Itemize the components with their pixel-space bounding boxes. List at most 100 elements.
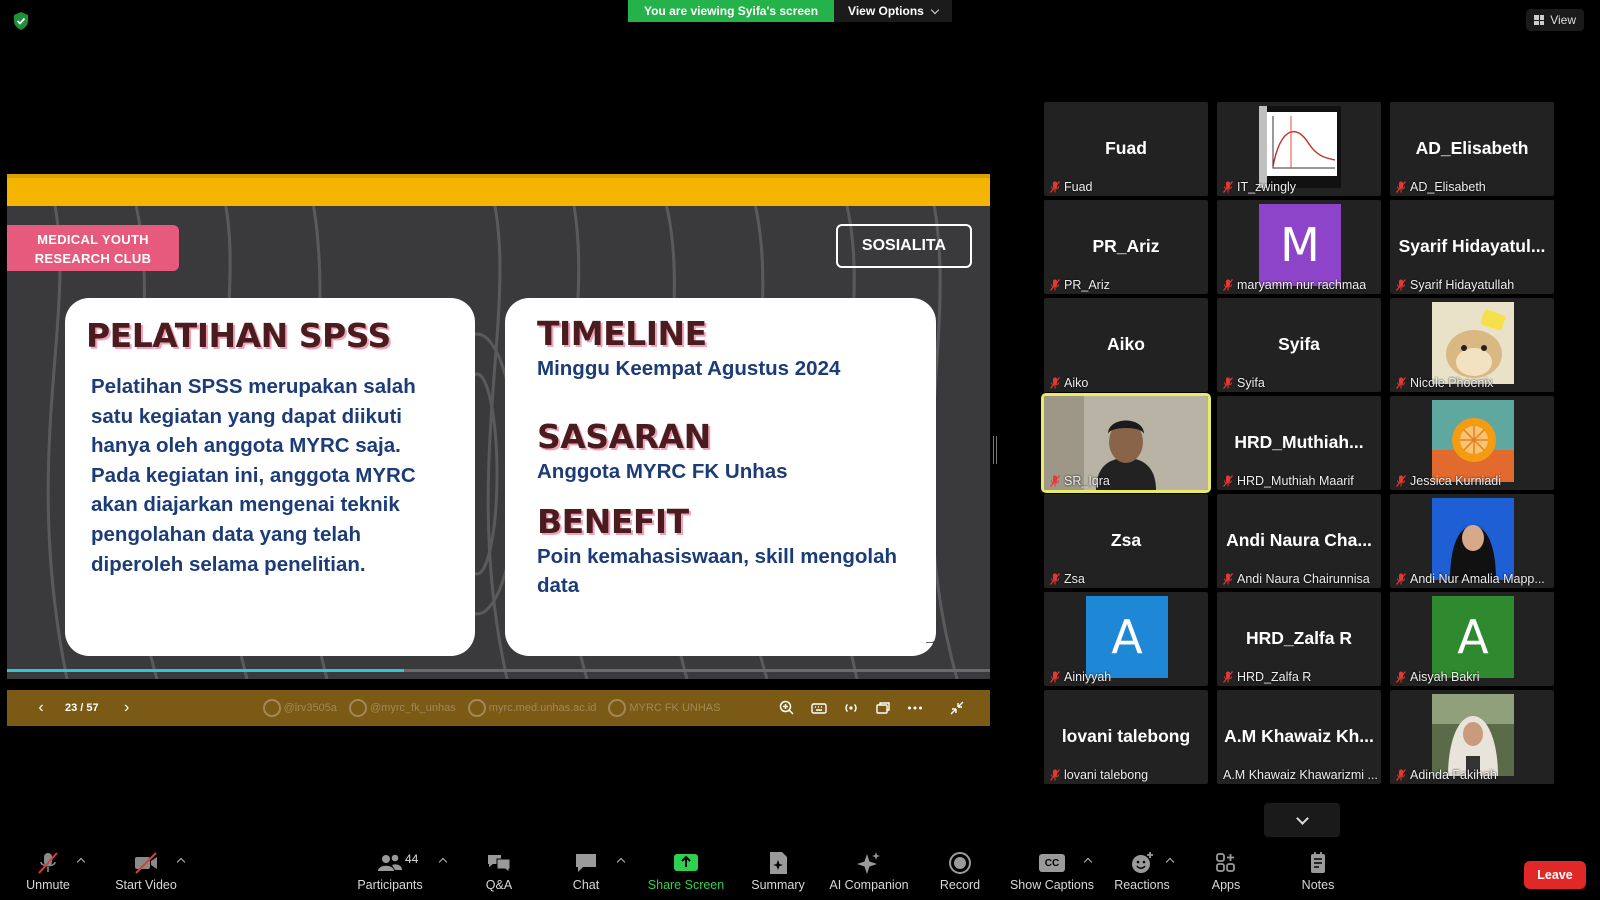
next-slide-button[interactable]: › (119, 699, 135, 717)
participant-tile[interactable]: Nicole Phoenix (1390, 298, 1554, 392)
apps-button[interactable]: Apps (1208, 843, 1244, 900)
chat-options-caret[interactable] (616, 857, 626, 867)
summary-label: Summary (751, 878, 805, 892)
start-video-button[interactable]: Start Video (110, 843, 182, 900)
participant-avatar: A (1432, 596, 1514, 678)
show-captions-button[interactable]: CC Show Captions (1008, 843, 1096, 900)
participant-display-name: Aiko (1107, 334, 1145, 354)
slide-tag: SOSIALITA (836, 224, 972, 268)
microphone-muted-icon (1223, 279, 1233, 291)
panel-resize-handle[interactable] (993, 436, 997, 464)
participant-tile[interactable]: HRD_Muthiah... HRD_Muthiah Maarif (1217, 396, 1381, 490)
participant-name-label: Syarif Hidayatullah (1396, 278, 1514, 292)
previous-slide-button[interactable]: ‹ (33, 699, 49, 717)
participant-name-label: lovani talebong (1050, 768, 1148, 782)
participant-photo-orange (1432, 400, 1514, 482)
audio-options-caret[interactable] (76, 857, 86, 867)
participant-name-label: HRD_Muthiah Maarif (1223, 474, 1354, 488)
viewing-screen-label: You are viewing Syifa's screen (628, 0, 835, 22)
participant-tile[interactable]: Jessica Kurniadi (1390, 396, 1554, 490)
chat-icon (576, 854, 596, 872)
qa-button[interactable]: Q&A (480, 843, 518, 900)
participant-tile[interactable]: Mmaryamm nur rachmaa (1217, 200, 1381, 294)
participant-tile[interactable]: SR_Iqra (1041, 393, 1211, 493)
club-badge: MEDICAL YOUTH RESEARCH CLUB (7, 225, 179, 271)
share-screen-button[interactable]: Share Screen (646, 843, 726, 900)
microphone-muted-icon (1396, 377, 1406, 389)
security-shield-icon[interactable] (12, 11, 30, 31)
participant-name: Syifa (1237, 376, 1265, 390)
summary-button[interactable]: Summary (748, 843, 808, 900)
unmute-button[interactable]: Unmute (24, 843, 72, 900)
participant-display-name: A.M Khawaiz Kh... (1224, 726, 1374, 746)
participant-display-name: PR_Ariz (1092, 236, 1160, 256)
benefit-text: Poin kemahasiswaan, skill mengolah data (537, 545, 898, 597)
participant-tile[interactable]: HRD_Zalfa R HRD_Zalfa R (1217, 592, 1381, 686)
participant-name-label: maryamm nur rachmaa (1223, 278, 1366, 292)
closed-captions-icon: CC (1039, 854, 1065, 872)
participant-tile[interactable]: Fuad Fuad (1044, 102, 1208, 196)
participant-tile[interactable]: Zsa Zsa (1044, 494, 1208, 588)
ai-companion-label: AI Companion (829, 878, 909, 892)
participant-name-label: PR_Ariz (1050, 278, 1110, 292)
participant-tile[interactable]: Adinda Fakihah (1390, 690, 1554, 784)
leave-button[interactable]: Leave (1524, 861, 1586, 889)
chevron-down-icon (930, 5, 940, 14)
spss-heading: PELATIHAN SPSS (86, 316, 391, 355)
broadcast-icon[interactable] (842, 699, 860, 717)
participant-tile[interactable]: A.M Khawaiz Kh... A.M Khawaiz Khawarizmi … (1217, 690, 1381, 784)
participant-tile[interactable]: Andi Naura Cha... Andi Naura Chairunnisa (1217, 494, 1381, 588)
participant-display-name: lovani talebong (1061, 726, 1191, 746)
participant-video-chart (1259, 106, 1341, 188)
popout-icon[interactable] (874, 699, 892, 717)
participant-tile[interactable]: Syarif Hidayatul... Syarif Hidayatullah (1390, 200, 1554, 294)
participant-name: lovani talebong (1064, 768, 1149, 782)
participant-tile[interactable]: IT_zwingly (1217, 102, 1381, 196)
participant-display-name: HRD_Muthiah... (1234, 432, 1364, 452)
participant-photo (1432, 498, 1514, 580)
participant-tile[interactable]: AD_Elisabeth AD_Elisabeth (1390, 102, 1554, 196)
participant-tile[interactable]: Syifa Syifa (1217, 298, 1381, 392)
participant-name-label: Fuad (1050, 180, 1093, 194)
keyboard-icon[interactable] (810, 699, 828, 717)
view-layout-button[interactable]: View (1526, 9, 1584, 31)
reactions-button[interactable]: Reactions (1112, 843, 1172, 900)
exit-fullscreen-icon[interactable] (948, 699, 966, 717)
view-options-button[interactable]: View Options (834, 0, 952, 22)
participant-name: Ainiyyah (1064, 670, 1112, 684)
participant-tile[interactable]: Aiko Aiko (1044, 298, 1208, 392)
notes-button[interactable]: Notes (1298, 843, 1338, 900)
shared-slide[interactable]: MEDICAL YOUTH RESEARCH CLUB SOSIALITA PE… (7, 174, 990, 679)
details-card: TIMELINE Minggu Keempat Agustus 2024 SAS… (505, 298, 936, 656)
chat-button[interactable]: Chat (566, 843, 606, 900)
microphone-muted-icon (1396, 769, 1406, 781)
ai-companion-button[interactable]: AI Companion (826, 843, 912, 900)
ai-sparkle-icon (857, 852, 880, 874)
gallery-next-page-button[interactable] (1264, 803, 1340, 837)
participants-options-caret[interactable] (438, 857, 448, 867)
participant-name-label: IT_zwingly (1223, 180, 1296, 194)
record-button[interactable]: Record (938, 843, 982, 900)
participant-tile[interactable]: Andi Nur Amalia Mapp... (1390, 494, 1554, 588)
slide-progress-track (7, 669, 990, 672)
participant-tile[interactable]: PR_Ariz PR_Ariz (1044, 200, 1208, 294)
zoom-in-icon[interactable] (778, 699, 796, 717)
microphone-muted-icon (1223, 377, 1233, 389)
social-handle-1: @lrv3505a (263, 699, 337, 717)
participant-name-label: HRD_Zalfa R (1223, 670, 1311, 684)
microphone-muted-icon (1396, 181, 1406, 193)
qa-icon (488, 855, 511, 873)
apps-label: Apps (1211, 878, 1241, 892)
participant-name-label: SR_Iqra (1050, 474, 1110, 488)
participant-name: IT_zwingly (1237, 180, 1297, 194)
chevron-down-icon (1295, 812, 1309, 825)
apps-icon (1216, 853, 1235, 872)
participant-tile[interactable]: A Aisyah Bakri (1390, 592, 1554, 686)
participants-button[interactable]: 44 Participants (354, 843, 426, 900)
participant-name-label: Adinda Fakihah (1396, 768, 1497, 782)
participant-name: PR_Ariz (1064, 278, 1110, 292)
more-options-icon[interactable] (906, 699, 924, 717)
participant-tile[interactable]: lovani talebong lovani talebong (1044, 690, 1208, 784)
participant-tile[interactable]: A Ainiyyah (1044, 592, 1208, 686)
participant-avatar: M (1259, 204, 1341, 286)
